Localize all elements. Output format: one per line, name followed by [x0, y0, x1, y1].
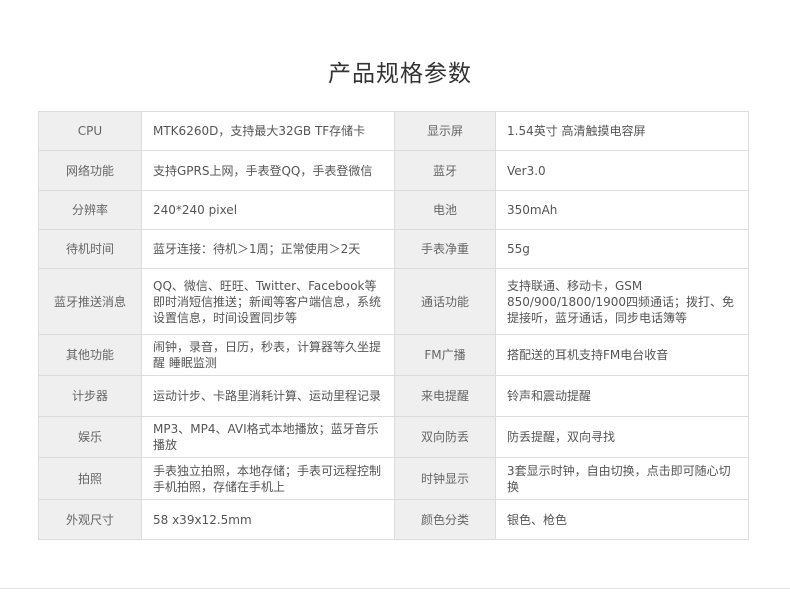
- spec-value: 铃声和震动提醒: [495, 375, 749, 417]
- spec-value: 运动计步、卡路里消耗计算、运动里程记录: [141, 375, 395, 417]
- spec-value: 蓝牙连接：待机＞1周；正常使用＞2天: [141, 229, 395, 269]
- spec-value: 闹钟，录音，日历，秒表，计算器等久坐提醒 睡眠监测: [141, 334, 395, 376]
- spec-label: 待机时间: [38, 229, 142, 269]
- spec-row-other-features: 其他功能 闹钟，录音，日历，秒表，计算器等久坐提醒 睡眠监测 FM广播 搭配送的…: [38, 334, 749, 376]
- spec-row-camera: 拍照 手表独立拍照，本地存储；手表可远程控制手机拍照，存储在手机上 时钟显示 3…: [38, 457, 749, 500]
- spec-label: 娱乐: [38, 416, 142, 458]
- spec-value: 350mAh: [495, 190, 749, 230]
- spec-label: 蓝牙推送消息: [38, 268, 142, 335]
- spec-label: 来电提醒: [394, 375, 496, 417]
- spec-value: 搭配送的耳机支持FM电台收音: [495, 334, 749, 376]
- spec-value: 支持GPRS上网，手表登QQ，手表登微信: [141, 150, 395, 191]
- spec-value: 防丢提醒，双向寻找: [495, 416, 749, 458]
- spec-label: 其他功能: [38, 334, 142, 376]
- spec-label: 蓝牙: [394, 150, 496, 191]
- spec-label: 计步器: [38, 375, 142, 417]
- spec-value: 支持联通、移动卡，GSM 850/900/1800/1900四频通话；拨打、免提…: [495, 268, 749, 335]
- spec-value: MTK6260D，支持最大32GB TF存储卡: [141, 111, 395, 151]
- spec-value: 55g: [495, 229, 749, 269]
- spec-row-bluetooth-push: 蓝牙推送消息 QQ、微信、旺旺、Twitter、Facebook等即时消短信推送…: [38, 268, 749, 335]
- spec-value: QQ、微信、旺旺、Twitter、Facebook等即时消短信推送；新闻等客户端…: [141, 268, 395, 335]
- page-title: 产品规格参数: [328, 61, 472, 87]
- spec-label: 颜色分类: [394, 499, 496, 540]
- spec-label: 分辨率: [38, 190, 142, 230]
- spec-row-standby: 待机时间 蓝牙连接：待机＞1周；正常使用＞2天 手表净重 55g: [38, 229, 749, 269]
- spec-value: 240*240 pixel: [141, 190, 395, 230]
- spec-label: 外观尺寸: [38, 499, 142, 540]
- spec-label: FM广播: [394, 334, 496, 376]
- spec-table: CPU MTK6260D，支持最大32GB TF存储卡 显示屏 1.54英寸 高…: [38, 111, 749, 540]
- spec-value: 银色、枪色: [495, 499, 749, 540]
- spec-value: MP3、MP4、AVI格式本地播放；蓝牙音乐播放: [141, 416, 395, 458]
- spec-row-entertainment: 娱乐 MP3、MP4、AVI格式本地播放；蓝牙音乐播放 双向防丢 防丢提醒，双向…: [38, 416, 749, 458]
- spec-value: 1.54英寸 高清触摸电容屏: [495, 111, 749, 151]
- spec-row-resolution: 分辨率 240*240 pixel 电池 350mAh: [38, 190, 749, 230]
- spec-value: 手表独立拍照，本地存储；手表可远程控制手机拍照，存储在手机上: [141, 457, 395, 500]
- bottom-divider: [0, 588, 790, 589]
- spec-value: 58 x39x12.5mm: [141, 499, 395, 540]
- spec-value: 3套显示时钟，自由切换，点击即可随心切换: [495, 457, 749, 500]
- spec-label: 时钟显示: [394, 457, 496, 500]
- spec-label: 通话功能: [394, 268, 496, 335]
- spec-label: 双向防丢: [394, 416, 496, 458]
- spec-row-network: 网络功能 支持GPRS上网，手表登QQ，手表登微信 蓝牙 Ver3.0: [38, 150, 749, 191]
- spec-label: 手表净重: [394, 229, 496, 269]
- spec-label: 拍照: [38, 457, 142, 500]
- spec-row-cpu: CPU MTK6260D，支持最大32GB TF存储卡 显示屏 1.54英寸 高…: [38, 111, 749, 151]
- spec-label: CPU: [38, 111, 142, 151]
- spec-row-pedometer: 计步器 运动计步、卡路里消耗计算、运动里程记录 来电提醒 铃声和震动提醒: [38, 375, 749, 417]
- spec-row-dimensions: 外观尺寸 58 x39x12.5mm 颜色分类 银色、枪色: [38, 499, 749, 540]
- spec-value: Ver3.0: [495, 150, 749, 191]
- spec-label: 网络功能: [38, 150, 142, 191]
- spec-label: 电池: [394, 190, 496, 230]
- spec-label: 显示屏: [394, 111, 496, 151]
